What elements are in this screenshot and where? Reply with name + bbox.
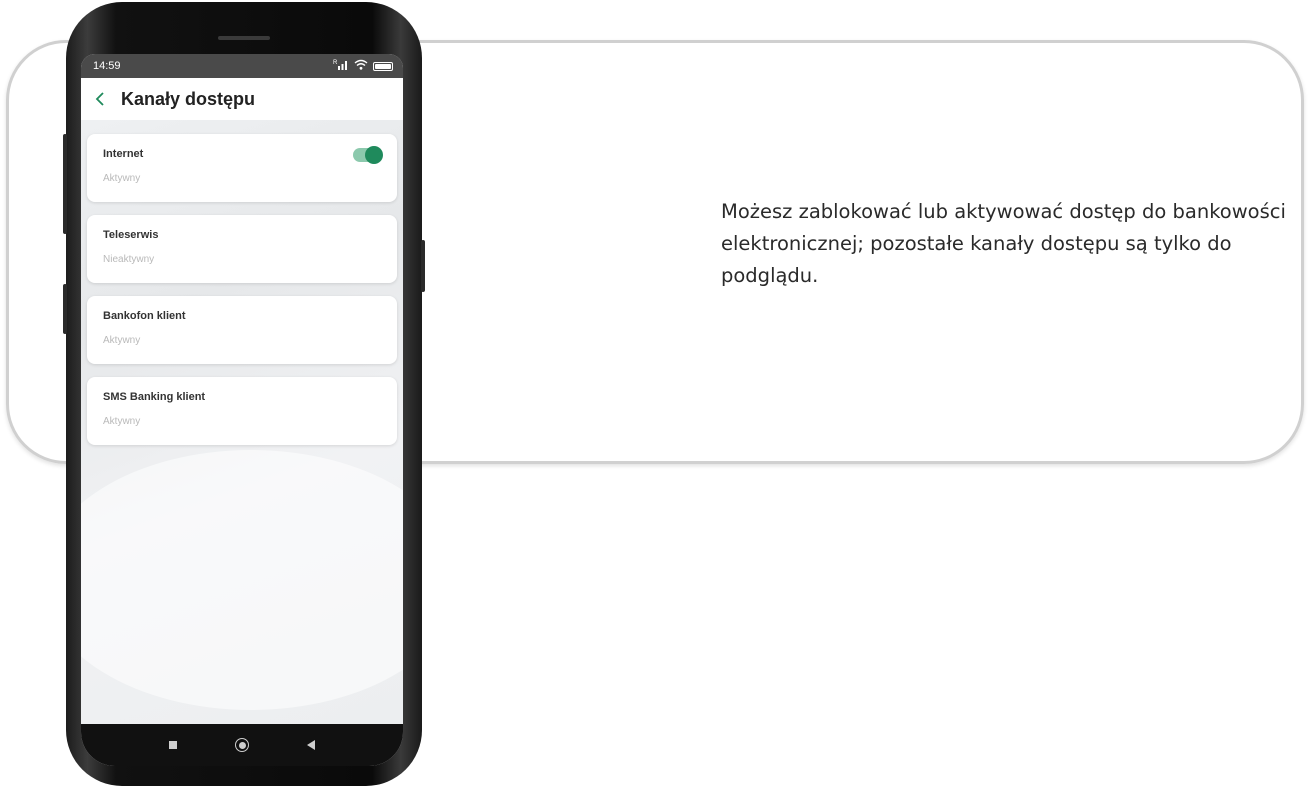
channel-name: Teleserwis: [103, 229, 159, 241]
toggle-knob: [365, 146, 383, 164]
channel-status: Aktywny: [103, 173, 141, 184]
channel-card-teleserwis[interactable]: Teleserwis Nieaktywny: [87, 215, 397, 283]
status-icons: R: [333, 59, 393, 73]
phone-speaker: [218, 36, 270, 40]
battery-icon: [373, 61, 393, 71]
internet-toggle[interactable]: [353, 146, 383, 164]
square-icon[interactable]: [169, 741, 177, 749]
svg-text:R: R: [333, 60, 338, 66]
channel-status: Nieaktywny: [103, 254, 155, 265]
system-nav-bar: [81, 724, 403, 766]
channel-card-sms-banking[interactable]: SMS Banking klient Aktywny: [87, 377, 397, 445]
status-time: 14:59: [93, 60, 121, 72]
channel-status: Aktywny: [103, 335, 141, 346]
status-bar: 14:59 R: [81, 54, 403, 78]
background-wave: [81, 450, 403, 710]
volume-button: [63, 134, 67, 234]
channel-card-bankofon[interactable]: Bankofon klient Aktywny: [87, 296, 397, 364]
phone-screen: 14:59 R Kanały dostępu Internet Aktywny …: [81, 54, 403, 766]
channel-list: Internet Aktywny Teleserwis Nieaktywny B…: [81, 120, 403, 724]
back-triangle-icon[interactable]: [307, 740, 315, 750]
channel-name: SMS Banking klient: [103, 391, 206, 403]
side-button: [63, 284, 67, 334]
page-title: Kanały dostępu: [121, 88, 256, 109]
signal-icon: R: [333, 59, 349, 73]
callout-text: Możesz zablokować lub aktywować dostęp d…: [721, 200, 1286, 287]
wifi-icon: [354, 59, 368, 73]
phone-mockup: 14:59 R Kanały dostępu Internet Aktywny …: [63, 2, 425, 786]
channel-name: Bankofon klient: [103, 310, 186, 322]
chevron-left-icon[interactable]: [91, 90, 109, 108]
app-bar: Kanały dostępu: [81, 78, 403, 120]
power-button: [421, 240, 425, 292]
channel-card-internet[interactable]: Internet Aktywny: [87, 134, 397, 202]
circle-icon[interactable]: [235, 738, 249, 752]
channel-status: Aktywny: [103, 416, 141, 427]
